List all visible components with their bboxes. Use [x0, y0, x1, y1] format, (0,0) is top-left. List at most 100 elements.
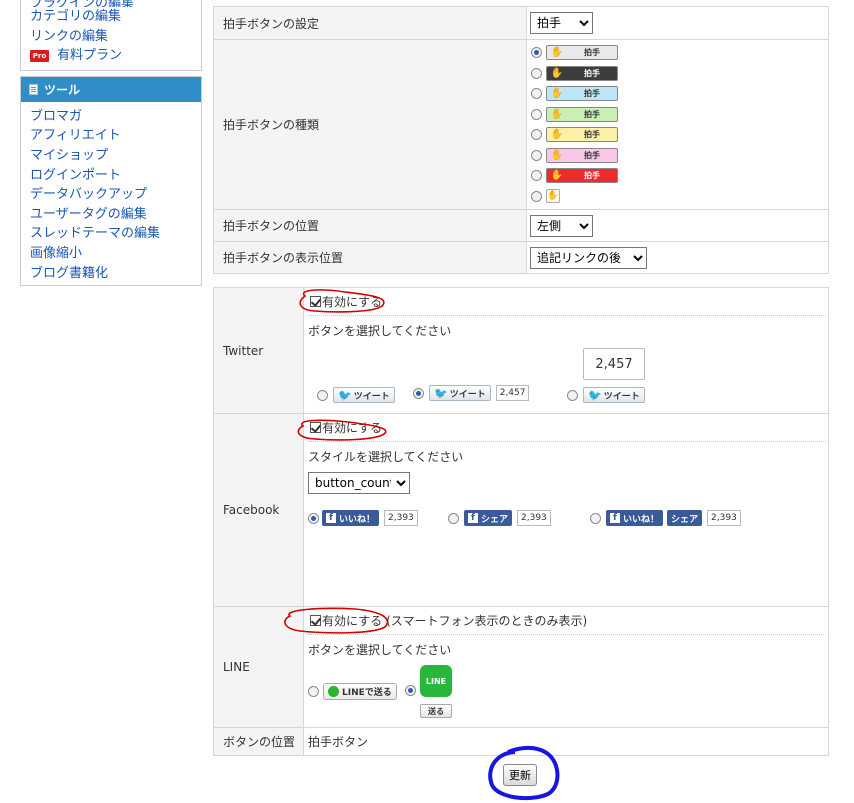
clap-style-button: ✋ 拍手 [546, 106, 618, 122]
twitter-radio-vertical[interactable] [567, 389, 578, 401]
sidebar-tool-item[interactable]: データバックアップ [30, 185, 201, 205]
sidebar-tool-item[interactable]: ブロマガ [30, 107, 201, 127]
clap-hand-icon: ✋ [546, 189, 560, 204]
clap-display-cell: 追記リンクの後 [526, 241, 829, 274]
sidebar-tool-item[interactable]: ブログ書籍化 [30, 264, 201, 284]
clap-style-text: 拍手 [584, 130, 600, 140]
facebook-style-select[interactable]: button_count [308, 472, 410, 494]
clap-display-select[interactable]: 追記リンクの後 [530, 246, 647, 269]
twitter-radio-plain[interactable] [317, 389, 328, 401]
clap-style-button: ✋ 拍手 [546, 45, 618, 61]
clap-setting-label: 拍手ボタンの設定 [213, 6, 527, 40]
line-enable-checkbox[interactable] [310, 615, 321, 626]
clap-position-select[interactable]: 左側 [530, 214, 593, 237]
clap-style-option[interactable]: ✋ 拍手 [531, 63, 827, 84]
sidebar-tool-item[interactable]: 画像縮小 [30, 244, 201, 264]
clap-style-button: ✋ 拍手 [546, 65, 618, 81]
facebook-option-like-share[interactable]: f いいね！ シェア 2,393 [590, 510, 741, 526]
clap-position-label: 拍手ボタンの位置 [213, 209, 527, 242]
facebook-enable-row: 有効にする [308, 414, 826, 442]
twitter-option-vertical[interactable]: 🐦 ツイート [567, 387, 645, 403]
clap-style-radio[interactable] [531, 88, 542, 100]
line-option-text[interactable]: LINEで送る [308, 683, 397, 700]
twitter-enable-row: 有効にする [308, 288, 826, 316]
sidebar-tool-item[interactable]: アフィリエイト [30, 126, 201, 146]
clap-position-cell: 左側 [526, 209, 829, 242]
sidebar-tools-box: ツール ブロマガ アフィリエイト マイショップ ログインポート データバックアップ ユーザ… [20, 75, 202, 287]
sidebar-tool-item[interactable]: スレッドテーマの編集 [30, 224, 201, 244]
facebook-radio-share[interactable] [448, 512, 459, 524]
facebook-f-icon: f [326, 513, 336, 523]
clap-style-text: 拍手 [584, 48, 600, 58]
facebook-radio-like[interactable] [308, 512, 319, 524]
facebook-like-button-2: f いいね！ [606, 510, 664, 526]
twitter-option-plain[interactable]: 🐦 ツイート [317, 387, 395, 403]
clap-style-radio[interactable] [531, 149, 542, 161]
facebook-label: Facebook [213, 413, 304, 607]
line-logo-icon-large: LINE [420, 665, 452, 697]
clap-style-option[interactable]: ✋ 拍手 [531, 104, 827, 125]
line-enable-note: (スマートフォン表示のときのみ表示) [386, 614, 588, 628]
clap-style-option[interactable]: ✋ [531, 186, 827, 207]
clap-style-radio[interactable] [531, 129, 542, 141]
clap-style-option[interactable]: ✋ 拍手 [531, 43, 827, 64]
clap-style-button: ✋ 拍手 [546, 127, 618, 143]
line-send-button: LINEで送る [323, 683, 397, 700]
sidebar-tool-item[interactable]: ユーザータグの編集 [30, 205, 201, 225]
line-option-icon[interactable] [405, 685, 416, 699]
facebook-like-share-count: 2,393 [707, 510, 741, 526]
clap-type-label: 拍手ボタンの種類 [213, 39, 527, 210]
facebook-like-count: 2,393 [384, 510, 418, 526]
facebook-option-like[interactable]: f いいね！ 2,393 [308, 510, 418, 526]
facebook-enable-checkbox[interactable] [310, 422, 321, 433]
line-radio-text[interactable] [308, 686, 319, 697]
facebook-like-button: f いいね！ [322, 510, 380, 526]
clap-style-text: 拍手 [584, 68, 600, 78]
sidebar-tools-title: ツール [44, 82, 81, 97]
clap-hand-icon: ✋ [550, 149, 564, 161]
facebook-radio-like-share[interactable] [590, 512, 601, 524]
clap-style-radio[interactable] [531, 170, 542, 182]
clap-style-option[interactable]: ✋ 拍手 [531, 125, 827, 146]
update-button[interactable]: 更新 [503, 764, 537, 786]
facebook-share-button-2: シェア [667, 510, 703, 526]
clap-hand-icon: ✋ [550, 88, 564, 100]
sidebar-tool-item[interactable]: ログインポート [30, 166, 201, 186]
clap-hand-icon: ✋ [550, 67, 564, 79]
button-position-value: 拍手ボタン [303, 727, 829, 756]
twitter-enable-checkbox[interactable] [310, 296, 321, 307]
sidebar-item-categories[interactable]: カテゴリの編集 [30, 7, 201, 27]
facebook-prompt: スタイルを選択してください [308, 450, 464, 464]
facebook-share-count: 2,393 [517, 510, 551, 526]
line-enable-row: 有効にする (スマートフォン表示のときのみ表示) [308, 607, 826, 635]
pro-badge-icon: Pro [30, 49, 49, 62]
clap-setting-select[interactable]: 拍手 [530, 12, 593, 34]
tweet-button-plain: 🐦 ツイート [333, 387, 395, 403]
clap-style-option[interactable]: ✋ 拍手 [531, 145, 827, 166]
twitter-bird-icon: 🐦 [338, 388, 352, 402]
clap-type-cell: ✋ 拍手 ✋ 拍手 ✋ 拍手 ✋ 拍手 ✋ 拍手 ✋ 拍手 ✋ 拍手 ✋ [526, 39, 829, 210]
clap-style-radio[interactable] [531, 67, 542, 79]
sidebar-tool-item[interactable]: マイショップ [30, 146, 201, 166]
clap-hand-icon: ✋ [550, 129, 564, 141]
clap-style-option[interactable]: ✋ 拍手 [531, 166, 827, 187]
clap-style-text: 拍手 [584, 89, 600, 99]
twitter-bird-icon: 🐦 [434, 386, 448, 400]
sidebar-item-pro-plan[interactable]: Pro 有料プラン [30, 46, 201, 66]
line-radio-icon[interactable] [405, 685, 416, 696]
twitter-option-horizontal[interactable]: 🐦 ツイート 2,457 [413, 385, 530, 401]
clap-style-button: ✋ 拍手 [546, 168, 618, 184]
twitter-radio-horizontal[interactable] [413, 387, 424, 399]
sidebar-item-links[interactable]: リンクの編集 [30, 27, 201, 47]
clap-style-option[interactable]: ✋ 拍手 [531, 84, 827, 105]
twitter-bird-icon: 🐦 [588, 388, 602, 402]
clap-hand-icon: ✋ [550, 170, 564, 182]
clap-style-radio[interactable] [531, 108, 542, 120]
facebook-option-share[interactable]: f シェア 2,393 [448, 510, 551, 526]
social-buttons-table: Twitter 有効にする ボタンを選択してください 🐦 ツイート 🐦 ツイート 2… [213, 287, 829, 756]
clap-hand-icon: ✋ [550, 108, 564, 120]
sidebar-item-plugins[interactable]: プラグインの編集 [30, 0, 201, 7]
clap-style-radio[interactable] [531, 47, 542, 59]
line-icon-button: LINE [420, 665, 452, 697]
clap-style-radio[interactable] [531, 190, 542, 202]
